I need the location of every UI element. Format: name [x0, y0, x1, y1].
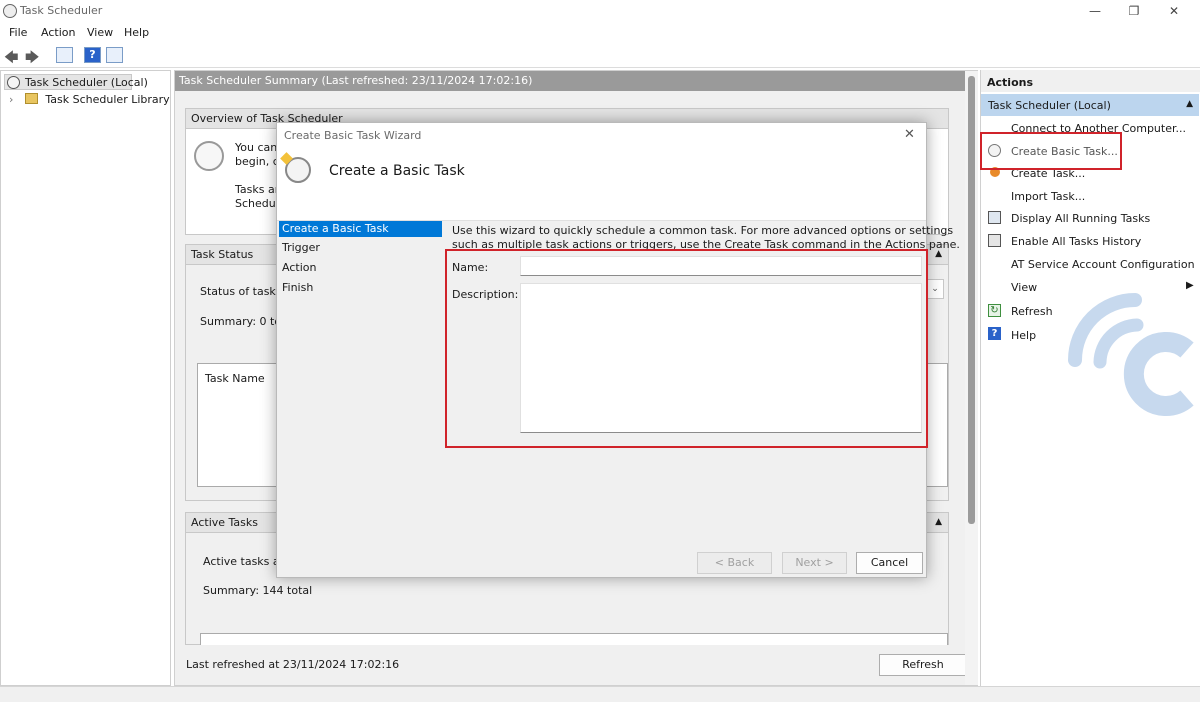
clock-large-icon	[194, 141, 224, 171]
description-textarea[interactable]	[520, 283, 922, 433]
menu-help[interactable]: Help	[124, 26, 149, 39]
show-hide-action-pane-icon[interactable]	[106, 47, 123, 63]
wizard-step-action[interactable]: Action	[279, 260, 442, 276]
action-at-service-account[interactable]: AT Service Account Configuration	[1011, 258, 1195, 271]
chevron-right-icon[interactable]: ›	[9, 93, 13, 106]
task-status-summary: Summary: 0 tot	[200, 315, 286, 328]
action-enable-history[interactable]: Enable All Tasks History	[1011, 235, 1141, 248]
refresh-icon: ↻	[988, 304, 1001, 317]
wizard-intro-line-1: Use this wizard to quickly schedule a co…	[452, 224, 954, 237]
action-view[interactable]: View	[1011, 281, 1037, 294]
next-button[interactable]: Next >	[782, 552, 847, 574]
menu-bar: File Action View Help	[0, 22, 1200, 42]
action-import-task[interactable]: Import Task...	[1011, 190, 1085, 203]
history-icon	[988, 234, 1001, 247]
status-period-dropdown[interactable]: ⌄	[926, 279, 944, 299]
wizard-step-trigger[interactable]: Trigger	[279, 240, 442, 256]
actions-subheader-label: Task Scheduler (Local)	[988, 99, 1111, 112]
name-input[interactable]	[520, 256, 922, 276]
overview-text-1: You can	[235, 141, 278, 154]
refresh-button[interactable]: Refresh	[879, 654, 967, 676]
active-tasks-table	[200, 633, 948, 645]
wizard-step-finish[interactable]: Finish	[279, 280, 442, 296]
actions-title: Actions	[981, 70, 1200, 92]
task-status-title: Task Status	[191, 248, 254, 261]
folder-icon	[24, 93, 38, 104]
tree-item-task-scheduler-library[interactable]: › Task Scheduler Library	[9, 93, 170, 106]
collapse-icon[interactable]: ▲	[1186, 99, 1193, 109]
back-button[interactable]: < Back	[697, 552, 772, 574]
menu-view[interactable]: View	[87, 26, 113, 39]
scrollbar-thumb[interactable]	[968, 76, 975, 524]
toolbar: 🡄 🡆 ?	[0, 42, 1200, 68]
menu-action[interactable]: Action	[41, 26, 75, 39]
action-display-running[interactable]: Display All Running Tasks	[1011, 212, 1150, 225]
vertical-scrollbar[interactable]	[965, 71, 978, 685]
watermark-logo-icon	[1068, 293, 1194, 416]
show-hide-console-tree-icon[interactable]	[56, 47, 73, 63]
close-window-button[interactable]: ✕	[1164, 2, 1184, 20]
tree-item-task-scheduler-local[interactable]: Task Scheduler (Local)	[4, 74, 148, 90]
dialog-header: Create a Basic Task	[277, 149, 926, 221]
summary-header: Task Scheduler Summary (Last refreshed: …	[175, 71, 965, 91]
status-bar	[0, 686, 1200, 702]
title-bar: Task Scheduler — ❐ ✕	[0, 0, 1200, 22]
tree-item-label: Task Scheduler (Local)	[25, 76, 148, 89]
active-tasks-summary: Summary: 144 total	[203, 584, 313, 597]
highlight-create-basic-task	[980, 132, 1122, 170]
clock-icon	[7, 76, 20, 89]
dialog-title-bar: Create Basic Task Wizard ✕	[277, 123, 926, 149]
tree-item-label: Task Scheduler Library	[45, 93, 170, 106]
running-tasks-icon	[988, 211, 1001, 224]
help-toolbar-icon[interactable]: ?	[84, 47, 101, 63]
restore-button[interactable]: ❐	[1124, 2, 1144, 20]
overview-text-2: begin, cl	[235, 155, 282, 168]
back-arrow-icon[interactable]: 🡄	[4, 47, 18, 71]
dialog-close-button[interactable]: ✕	[904, 127, 915, 142]
minimize-button[interactable]: —	[1085, 2, 1105, 20]
action-help[interactable]: Help	[1011, 329, 1036, 342]
cancel-button[interactable]: Cancel	[856, 552, 923, 574]
console-tree: Task Scheduler (Local) › Task Scheduler …	[0, 70, 171, 686]
dialog-heading: Create a Basic Task	[329, 163, 465, 179]
dialog-title: Create Basic Task Wizard	[284, 129, 422, 142]
name-label: Name:	[452, 261, 489, 274]
create-basic-task-dialog: Create Basic Task Wizard ✕ Create a Basi…	[276, 122, 960, 578]
wizard-step-create-basic-task[interactable]: Create a Basic Task	[279, 221, 442, 237]
task-name-column-header[interactable]: Task Name	[205, 372, 265, 385]
collapse-icon[interactable]: ▲	[935, 517, 942, 527]
actions-subheader[interactable]: Task Scheduler (Local) ▲	[981, 94, 1199, 116]
active-tasks-title: Active Tasks	[191, 516, 258, 529]
menu-file[interactable]: File	[9, 26, 27, 39]
task-scheduler-app-icon	[3, 4, 17, 18]
forward-arrow-icon[interactable]: 🡆	[25, 47, 39, 71]
description-label: Description:	[452, 288, 519, 301]
last-refreshed-text: Last refreshed at 23/11/2024 17:02:16	[186, 658, 400, 671]
help-icon: ?	[988, 327, 1001, 340]
action-refresh[interactable]: Refresh	[1011, 305, 1053, 318]
window-title: Task Scheduler	[20, 4, 103, 17]
